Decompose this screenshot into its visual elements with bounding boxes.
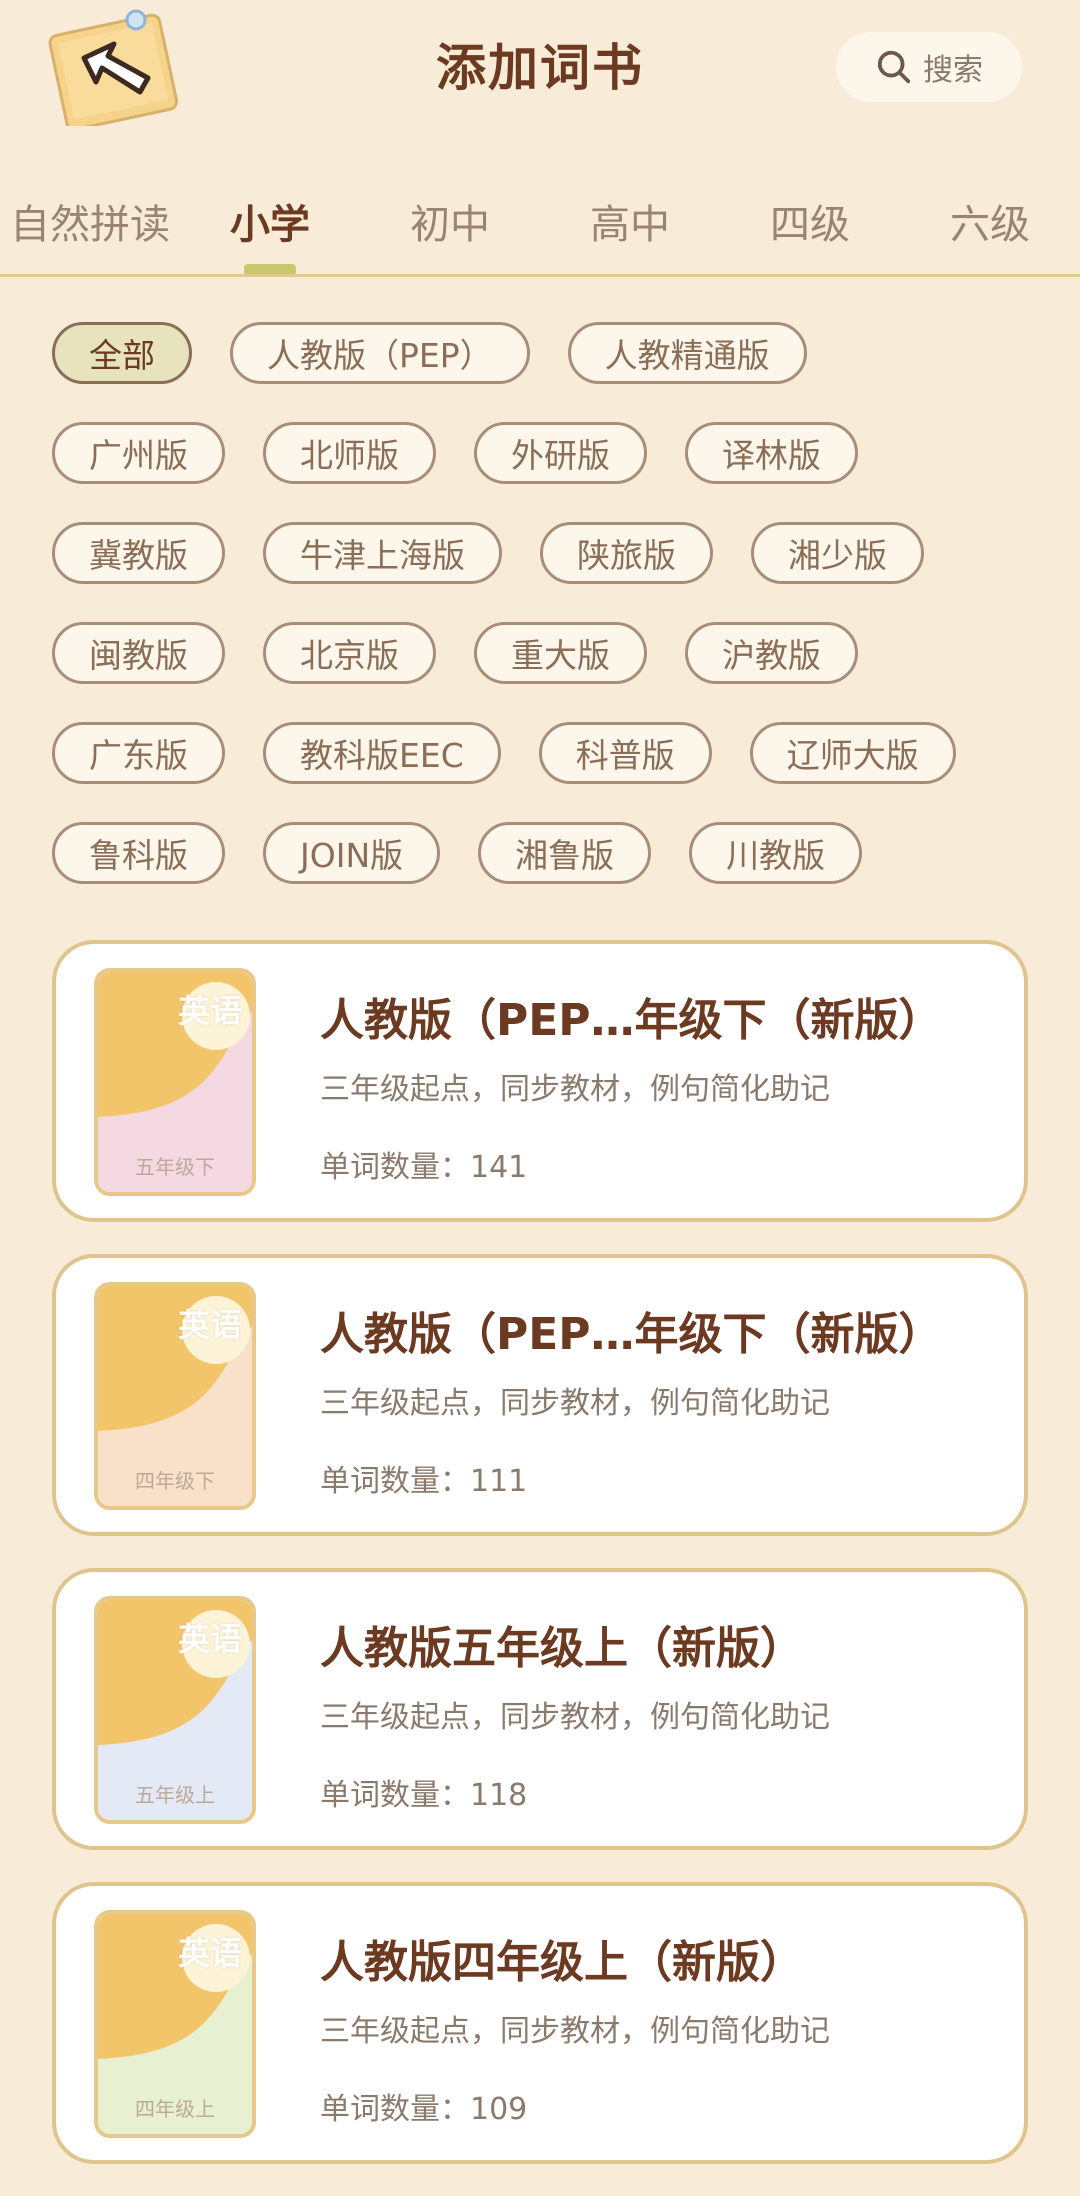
tab-senior[interactable]: 高中 [540, 190, 720, 276]
book-title: 人教版四年级上（新版） [320, 1937, 804, 1988]
filter-chip[interactable]: 鲁科版 [52, 822, 225, 884]
filter-chip[interactable]: 北师版 [263, 422, 436, 484]
filter-chip[interactable]: 重大版 [474, 622, 647, 684]
book-description: 三年级起点，同步教材，例句简化助记 [320, 2014, 830, 2049]
filter-row: 广州版 北师版 外研版 译林版 [52, 422, 1052, 490]
filter-chip[interactable]: 闽教版 [52, 622, 225, 684]
tab-primary[interactable]: 小学 [180, 190, 360, 276]
book-description: 三年级起点，同步教材，例句简化助记 [320, 1700, 830, 1735]
cover-title: 英语 [177, 1306, 242, 1344]
filter-row: 闽教版 北京版 重大版 沪教版 [52, 622, 1052, 690]
category-tabs: 自然拼读 小学 初中 高中 四级 六级 [0, 190, 1080, 276]
filter-chip[interactable]: 川教版 [689, 822, 863, 884]
filter-chip-all[interactable]: 全部 [52, 322, 192, 384]
book-description: 三年级起点，同步教材，例句简化助记 [320, 1072, 830, 1107]
book-list: 英语 五年级下 人教版（PEP…年级下（新版） 三年级起点，同步教材，例句简化助… [52, 940, 1028, 2196]
tab-cet6[interactable]: 六级 [900, 190, 1080, 276]
word-count: 单词数量：109 [320, 2092, 528, 2127]
filter-row: 全部 人教版（PEP） 人教精通版 [52, 322, 1052, 390]
cover-title: 英语 [177, 1934, 242, 1972]
filter-chip[interactable]: 人教精通版 [567, 322, 807, 384]
filter-chip[interactable]: 教科版EEC [263, 722, 501, 784]
word-count: 单词数量：141 [320, 1150, 528, 1185]
header: 添加词书 搜索 [0, 0, 1080, 140]
tab-phonics[interactable]: 自然拼读 [0, 190, 180, 276]
filter-chip[interactable]: 外研版 [474, 422, 647, 484]
word-count: 单词数量：118 [320, 1778, 528, 1813]
search-button[interactable]: 搜索 [836, 32, 1022, 102]
filter-chip[interactable]: JOIN版 [263, 822, 441, 884]
filter-chip[interactable]: 人教版（PEP） [230, 322, 530, 384]
filter-row: 冀教版 牛津上海版 陕旅版 湘少版 [52, 522, 1052, 590]
cover-title: 英语 [177, 1620, 242, 1658]
book-card[interactable]: 英语 四年级上 人教版四年级上（新版） 三年级起点，同步教材，例句简化助记 单词… [52, 1882, 1028, 2164]
filter-row: 鲁科版 JOIN版 湘鲁版 川教版 [52, 822, 1052, 890]
book-title: 人教版（PEP…年级下（新版） [320, 995, 943, 1046]
cover-grade: 五年级下 [135, 1155, 215, 1179]
filter-chip[interactable]: 广州版 [52, 422, 225, 484]
book-card[interactable]: 英语 四年级下 人教版（PEP…年级下（新版） 三年级起点，同步教材，例句简化助… [52, 1254, 1028, 1536]
book-cover: 英语 四年级下 [94, 1282, 256, 1510]
filter-chip[interactable]: 译林版 [685, 422, 858, 484]
book-card[interactable]: 英语 五年级上 人教版五年级上（新版） 三年级起点，同步教材，例句简化助记 单词… [52, 1568, 1028, 1850]
search-label: 搜索 [923, 53, 983, 88]
filter-chip[interactable]: 牛津上海版 [263, 522, 502, 584]
cover-grade: 四年级下 [135, 1469, 215, 1493]
book-title: 人教版（PEP…年级下（新版） [320, 1309, 943, 1360]
tab-cet4[interactable]: 四级 [720, 190, 900, 276]
cover-grade: 五年级上 [135, 1783, 215, 1807]
book-title: 人教版五年级上（新版） [320, 1623, 804, 1674]
filter-chip[interactable]: 冀教版 [52, 522, 225, 584]
book-card[interactable]: 英语 五年级下 人教版（PEP…年级下（新版） 三年级起点，同步教材，例句简化助… [52, 940, 1028, 1222]
filter-chip[interactable]: 辽师大版 [749, 722, 956, 784]
filter-chip[interactable]: 湘鲁版 [478, 822, 652, 884]
word-count: 单词数量：111 [320, 1464, 528, 1499]
cover-title: 英语 [177, 992, 242, 1030]
filter-chip[interactable]: 北京版 [263, 622, 436, 684]
book-description: 三年级起点，同步教材，例句简化助记 [320, 1386, 830, 1421]
search-icon [877, 50, 911, 84]
filter-chip[interactable]: 湘少版 [751, 522, 924, 584]
tab-junior[interactable]: 初中 [360, 190, 540, 276]
filter-chip[interactable]: 陕旅版 [540, 522, 713, 584]
book-cover: 英语 五年级下 [94, 968, 256, 1196]
filter-row: 广东版 教科版EEC 科普版 辽师大版 [52, 722, 1052, 790]
filter-chip[interactable]: 广东版 [52, 722, 225, 784]
edition-filter: 全部 人教版（PEP） 人教精通版 广州版 北师版 外研版 译林版 冀教版 牛津… [52, 322, 1052, 922]
book-cover: 英语 四年级上 [94, 1910, 256, 2138]
book-cover: 英语 五年级上 [94, 1596, 256, 1824]
cover-grade: 四年级上 [135, 2097, 215, 2121]
filter-chip[interactable]: 沪教版 [685, 622, 858, 684]
filter-chip[interactable]: 科普版 [538, 722, 712, 784]
tab-divider [0, 274, 1080, 277]
